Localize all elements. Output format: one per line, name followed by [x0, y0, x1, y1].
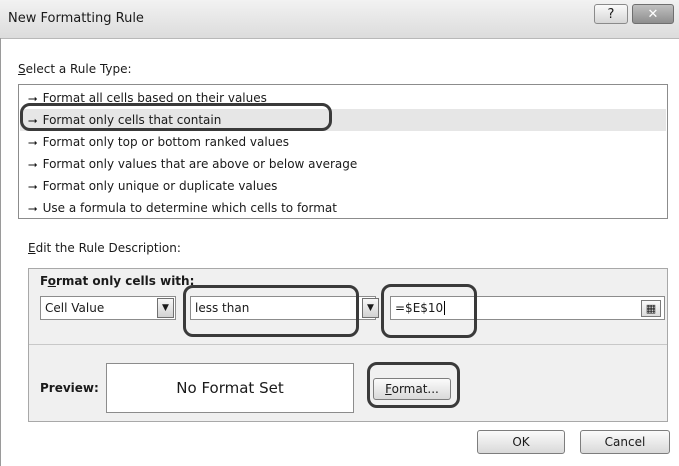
- chevron-down-icon[interactable]: ▼: [362, 298, 379, 318]
- rule-item-all-cells[interactable]: ⭢ Format all cells based on their values: [20, 87, 666, 109]
- window-border: [0, 38, 1, 466]
- rule-description-label: Edit the Rule Description:: [28, 241, 181, 255]
- rule-item-use-formula[interactable]: ⭢ Use a formula to determine which cells …: [20, 197, 666, 219]
- condition-type-select[interactable]: Cell Value: [40, 296, 176, 320]
- right-arrow-icon: ⭢: [28, 91, 38, 105]
- right-arrow-icon: ⭢: [28, 157, 38, 171]
- dialog-title: New Formatting Rule: [8, 11, 144, 26]
- close-button[interactable]: ✕: [632, 4, 674, 24]
- text-cursor: [444, 301, 446, 315]
- rule-type-label: Select a Rule Type:: [18, 62, 132, 76]
- chevron-down-icon[interactable]: ▼: [157, 298, 174, 318]
- right-arrow-icon: ⭢: [28, 135, 38, 149]
- divider: [29, 344, 667, 345]
- right-arrow-icon: ⭢: [28, 201, 38, 215]
- preview-label: Preview:: [40, 381, 99, 395]
- preview-box: No Format Set: [106, 363, 354, 413]
- rule-item-top-bottom[interactable]: ⭢ Format only top or bottom ranked values: [20, 131, 666, 153]
- rule-type-list[interactable]: ⭢ Format all cells based on their values …: [18, 84, 668, 219]
- value-input[interactable]: =$E$10: [390, 296, 665, 320]
- collapse-dialog-icon[interactable]: ▦: [641, 300, 661, 317]
- format-button[interactable]: Format...: [373, 378, 451, 400]
- operator-select[interactable]: less than: [190, 296, 376, 320]
- rule-item-unique-duplicate[interactable]: ⭢ Format only unique or duplicate values: [20, 175, 666, 197]
- rule-item-above-below-average[interactable]: ⭢ Format only values that are above or be…: [20, 153, 666, 175]
- rule-item-cells-that-contain[interactable]: ⭢ Format only cells that contain: [20, 109, 666, 131]
- format-only-cells-label: Format only cells with:: [40, 274, 195, 288]
- right-arrow-icon: ⭢: [28, 113, 38, 127]
- help-button[interactable]: ?: [594, 4, 628, 24]
- ok-button[interactable]: OK: [477, 430, 565, 454]
- right-arrow-icon: ⭢: [28, 179, 38, 193]
- cancel-button[interactable]: Cancel: [580, 430, 670, 454]
